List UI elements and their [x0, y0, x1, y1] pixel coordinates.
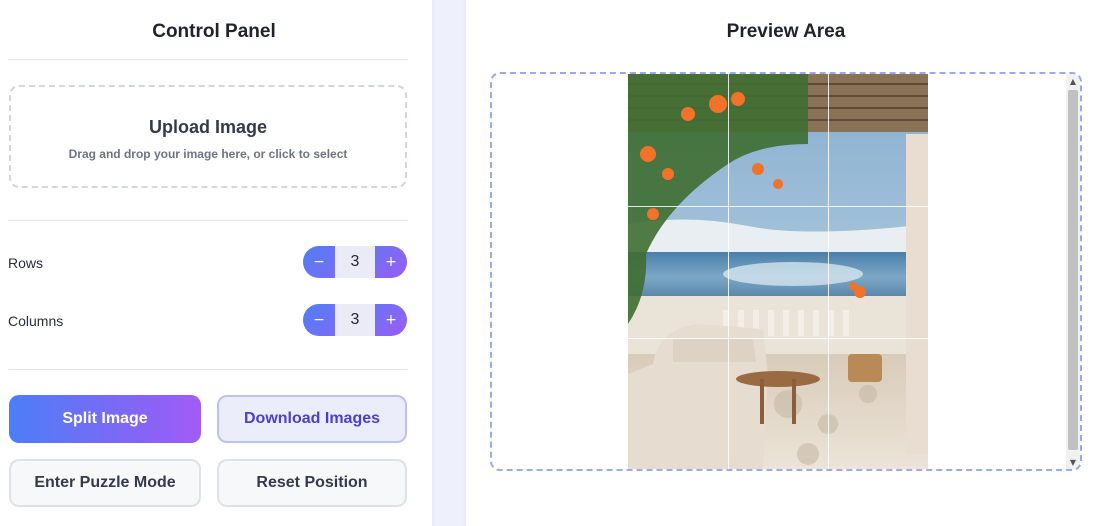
upload-dropzone[interactable]: Upload Image Drag and drop your image he…: [9, 85, 407, 188]
preview-panel: Preview Area ▲ ▼: [466, 0, 1095, 526]
scrollbar-thumb[interactable]: [1068, 90, 1078, 450]
preview-image[interactable]: [628, 74, 928, 469]
grid-line: [728, 74, 729, 469]
triangle-up-icon[interactable]: ▲: [1066, 74, 1080, 88]
preview-scroll-area[interactable]: [492, 74, 1066, 469]
preview-title: Preview Area: [726, 21, 846, 42]
rows-input[interactable]: [335, 246, 375, 278]
grid-line: [628, 338, 928, 339]
reset-position-button[interactable]: Reset Position: [217, 459, 407, 507]
divider: [8, 369, 408, 370]
download-images-button[interactable]: Download Images: [217, 395, 407, 443]
rows-increment-button[interactable]: +: [375, 246, 407, 278]
control-panel: Control Panel Upload Image Drag and drop…: [0, 0, 432, 526]
upload-hint: Drag and drop your image here, or click …: [68, 147, 348, 161]
columns-label: Columns: [8, 313, 64, 329]
grid-line: [828, 74, 829, 469]
columns-increment-button[interactable]: +: [375, 304, 407, 336]
divider: [8, 59, 408, 60]
columns-input[interactable]: [335, 304, 375, 336]
upload-title: Upload Image: [148, 117, 268, 137]
rows-stepper: − +: [303, 246, 407, 278]
columns-stepper: − +: [303, 304, 407, 336]
split-image-button[interactable]: Split Image: [9, 395, 201, 443]
divider: [8, 220, 408, 221]
grid-line: [628, 206, 928, 207]
preview-container: ▲ ▼: [490, 72, 1082, 471]
preview-scrollbar[interactable]: ▲ ▼: [1066, 74, 1080, 469]
rows-decrement-button[interactable]: −: [303, 246, 335, 278]
rows-label: Rows: [8, 255, 44, 271]
enter-puzzle-mode-button[interactable]: Enter Puzzle Mode: [9, 459, 201, 507]
triangle-down-icon[interactable]: ▼: [1066, 455, 1080, 469]
columns-decrement-button[interactable]: −: [303, 304, 335, 336]
control-panel-title: Control Panel: [152, 21, 276, 42]
